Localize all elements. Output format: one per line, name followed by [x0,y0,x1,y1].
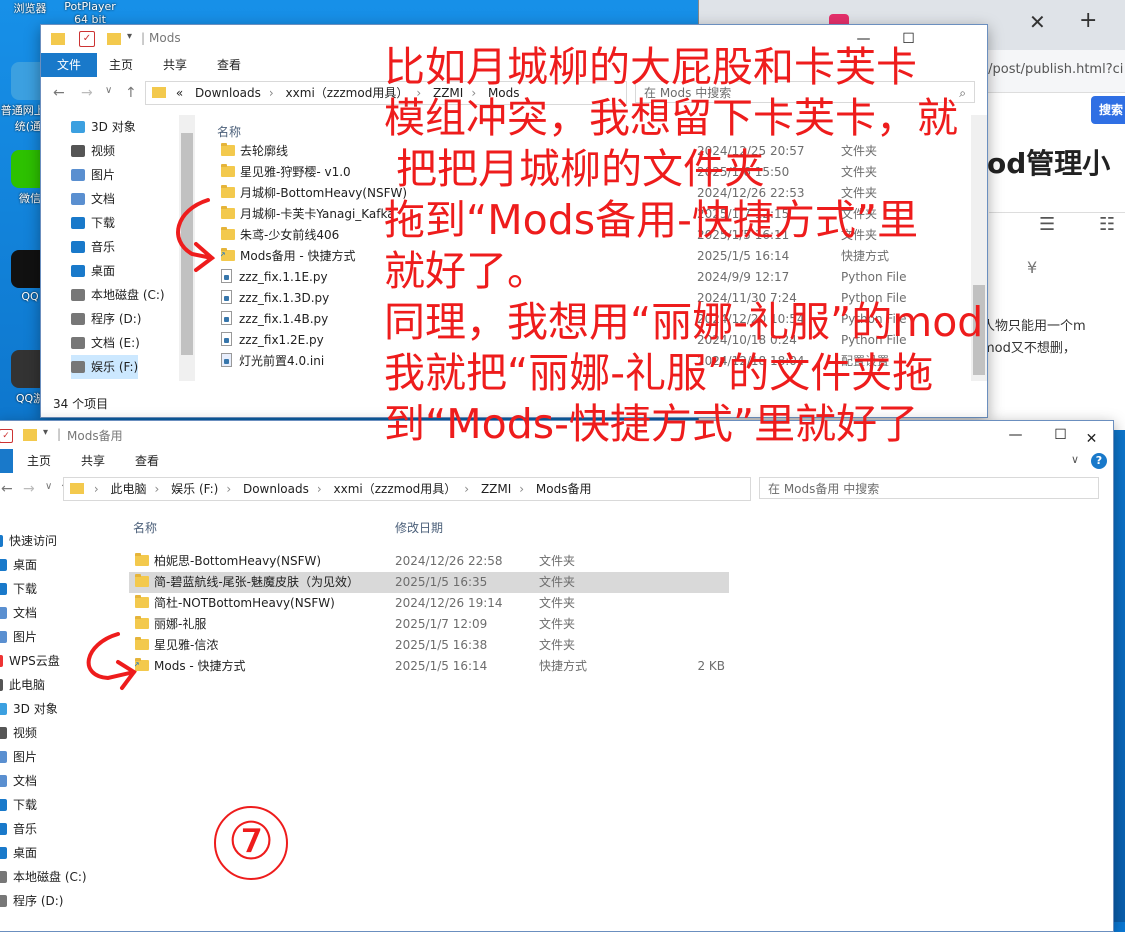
annotation-arrows [86,198,216,690]
drag-arrow-1 [176,198,216,272]
step-number: ⑦ [214,806,288,880]
drag-arrow-2 [86,632,137,690]
